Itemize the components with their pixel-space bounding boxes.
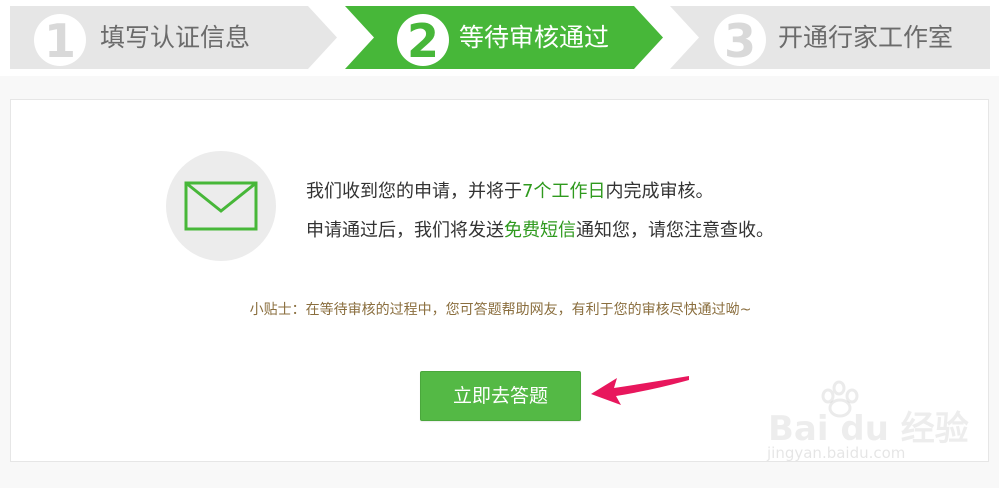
review-time-message: 我们收到您的申请，并将于7个工作日内完成审核。 [306,181,714,202]
envelope-badge [166,151,276,261]
baidu-jingyan-watermark: Bai du 经验 [768,409,969,449]
envelope-icon [184,181,258,231]
tip-text: 小贴士：在等待审核的过程中，您可答题帮助网友，有利于您的审核尽快通过呦~ [249,302,752,318]
go-answer-button[interactable]: 立即去答题 [420,371,581,421]
review-days-highlight: 7个工作日 [522,181,606,202]
arrow-annotation [591,376,689,405]
step-2-number: 2 [397,14,449,68]
sms-notice-message: 申请通过后，我们将发送免费短信通知您，请您注意查收。 [306,220,774,241]
step-3-label: 开通行家工作室 [778,23,954,52]
step-open-studio: 3 开通行家工作室 [670,6,990,69]
step-2-label: 等待审核通过 [459,23,610,52]
progress-steps: 1 填写认证信息 2 等待审核通过 3 开通行家工作室 [0,0,999,76]
step-3-number: 3 [714,14,766,68]
step-wait-review: 2 等待审核通过 [345,6,663,69]
watermark-url: jingyan.baidu.com [767,444,906,462]
step-1-label: 填写认证信息 [100,23,251,52]
free-sms-highlight: 免费短信 [504,220,576,241]
step-fill-info: 1 填写认证信息 [10,6,337,69]
step-1-number: 1 [34,14,86,68]
